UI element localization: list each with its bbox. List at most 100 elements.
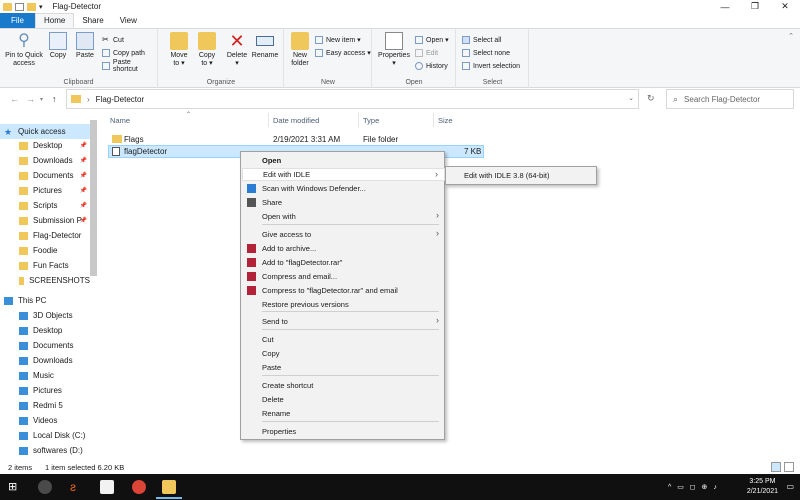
nav-scrollbar[interactable]	[90, 120, 97, 276]
quick-access-nav-item[interactable]: Documents 📌	[0, 168, 90, 183]
column-header-name[interactable]: Name	[110, 116, 130, 125]
rename-button[interactable]: Rename	[251, 32, 279, 60]
this-pc-nav-item[interactable]: Videos	[0, 413, 90, 428]
context-menu-item[interactable]: Cut	[242, 333, 445, 346]
tab-home[interactable]: Home	[35, 13, 75, 28]
cut-button[interactable]: ✂ Cut	[102, 34, 124, 46]
easy-access-button[interactable]: Easy access ▾	[315, 47, 371, 59]
search-input[interactable]: ⌕ Search Flag-Detector	[666, 89, 794, 109]
this-pc-nav-item[interactable]: Redmi 5	[0, 398, 90, 413]
context-menu-item[interactable]: Share	[242, 196, 445, 209]
delete-button[interactable]: ✕ Delete ▾	[225, 32, 249, 68]
this-pc-nav-item[interactable]: Pictures	[0, 383, 90, 398]
context-menu-item[interactable]: Open with ›	[242, 210, 445, 223]
ribbon-collapse-icon[interactable]: ⌃	[788, 32, 794, 40]
this-pc-nav-item[interactable]: Music	[0, 368, 90, 383]
new-item-button[interactable]: New item ▾	[315, 34, 361, 46]
quick-access-nav-item[interactable]: Desktop 📌	[0, 138, 90, 153]
quick-access-nav-item[interactable]: SCREENSHOTS	[0, 273, 90, 288]
close-button[interactable]: ✕	[770, 0, 800, 13]
forward-arrow-icon[interactable]: →	[26, 94, 35, 104]
context-menu-item[interactable]: Add to archive...	[242, 242, 445, 255]
properties-icon[interactable]	[15, 2, 24, 11]
invert-selection-button[interactable]: Invert selection	[462, 60, 520, 72]
column-header-date[interactable]: Date modified	[273, 116, 319, 125]
context-menu-item[interactable]: Create shortcut	[242, 379, 445, 392]
quick-access-nav-item[interactable]: Submission P 📌	[0, 213, 90, 228]
system-tray-icons[interactable]: ^ ▭ ◻ ⊕ ♪	[668, 483, 719, 500]
quick-access-nav-item[interactable]: Pictures 📌	[0, 183, 90, 198]
tab-share[interactable]: Share	[74, 13, 111, 28]
context-menu-item[interactable]: Add to "flagDetector.rar"	[242, 256, 445, 269]
document-icon[interactable]	[100, 480, 114, 494]
this-pc-nav-item[interactable]: softwares (D:)	[0, 443, 90, 458]
recent-locations-icon[interactable]: ▾	[40, 96, 43, 103]
select-all-button[interactable]: Select all	[462, 34, 501, 46]
large-icons-view-button[interactable]	[784, 462, 794, 472]
this-pc-nav-item[interactable]: 3D Objects	[0, 308, 90, 323]
context-menu-item[interactable]: Copy	[242, 347, 445, 360]
new-folder-icon[interactable]	[27, 2, 36, 11]
quick-access-nav-item[interactable]: Flag-Detector	[0, 228, 90, 243]
notifications-icon[interactable]: ▭	[786, 482, 794, 491]
copy-path-button[interactable]: Copy path	[102, 47, 145, 59]
app-icon[interactable]	[38, 480, 52, 494]
rename-label: Rename	[251, 52, 279, 59]
nav-quick-access[interactable]: ★ Quick access	[0, 124, 90, 139]
context-menu-item[interactable]: Compress to "flagDetector.rar" and email	[242, 284, 445, 297]
copy-button[interactable]: Copy	[47, 32, 69, 60]
context-menu-item[interactable]: Scan with Windows Defender...	[242, 182, 445, 195]
refresh-icon[interactable]: ↻	[647, 93, 655, 104]
open-button[interactable]: Open ▾	[415, 34, 449, 46]
edit-button[interactable]: Edit	[415, 47, 438, 59]
this-pc-nav-item[interactable]: Documents	[0, 338, 90, 353]
back-arrow-icon[interactable]: ←	[10, 94, 19, 104]
submenu-item-idle[interactable]: Edit with IDLE 3.8 (64-bit)	[464, 171, 549, 180]
column-header-size[interactable]: Size	[438, 116, 453, 125]
quick-access-nav-item[interactable]: Downloads 📌	[0, 153, 90, 168]
context-menu-item[interactable]: Paste	[242, 361, 445, 374]
context-menu-item[interactable]: Give access to ›	[242, 228, 445, 241]
edit-with-idle-submenu[interactable]: Edit with IDLE 3.8 (64-bit)	[445, 166, 597, 185]
context-menu-item[interactable]: Send to ›	[242, 315, 445, 328]
select-none-button[interactable]: Select none	[462, 47, 510, 59]
address-bar[interactable]: › Flag-Detector ⌄	[66, 89, 639, 109]
quick-access-nav-item[interactable]: Fun Facts	[0, 258, 90, 273]
context-menu-item[interactable]: Edit with IDLE ›	[242, 168, 445, 181]
tab-file[interactable]: File	[0, 13, 35, 28]
file-explorer-icon[interactable]	[162, 480, 176, 494]
address-dropdown-icon[interactable]: ⌄	[628, 94, 634, 102]
nav-this-pc[interactable]: This PC	[0, 293, 90, 308]
paste-shortcut-button[interactable]: Paste shortcut	[102, 59, 157, 73]
quick-access-nav-item[interactable]: Foodie	[0, 243, 90, 258]
customize-toolbar-icon[interactable]: ▾	[39, 3, 43, 11]
tab-view[interactable]: View	[112, 13, 145, 28]
details-view-button[interactable]	[771, 462, 781, 472]
context-menu-item[interactable]: Properties	[242, 425, 445, 438]
up-arrow-icon[interactable]: ↑	[52, 94, 57, 104]
column-header-type[interactable]: Type	[363, 116, 379, 125]
move-to-button[interactable]: Move to ▾	[167, 32, 191, 68]
context-menu-item[interactable]: Restore previous versions	[242, 298, 445, 311]
chrome-icon[interactable]	[132, 480, 146, 494]
context-menu-item[interactable]: Compress and email...	[242, 270, 445, 283]
this-pc-nav-item[interactable]: Local Disk (C:)	[0, 428, 90, 443]
this-pc-nav-item[interactable]: Desktop	[0, 323, 90, 338]
context-menu-item[interactable]: Delete	[242, 393, 445, 406]
copy-to-button[interactable]: Copy to ▾	[195, 32, 219, 68]
start-icon[interactable]: ⊞	[8, 480, 22, 494]
context-menu-item[interactable]: Open	[242, 154, 445, 167]
breadcrumb[interactable]: Flag-Detector	[96, 95, 144, 104]
properties-button[interactable]: Properties ▾	[376, 32, 412, 68]
paste-button[interactable]: Paste	[73, 32, 97, 60]
minimize-button[interactable]: —	[710, 0, 740, 13]
maximize-button[interactable]: ❐	[740, 0, 770, 13]
new-folder-button[interactable]: New folder	[288, 32, 312, 68]
pin-quick-access-button[interactable]: ⚲ Pin to Quick access	[4, 32, 44, 68]
history-button[interactable]: History	[415, 60, 448, 72]
app-icon[interactable]: ƨ	[70, 480, 84, 494]
clock[interactable]: 3:25 PM 2/21/2021	[747, 477, 778, 497]
context-menu-item[interactable]: Rename	[242, 407, 445, 420]
this-pc-nav-item[interactable]: Downloads	[0, 353, 90, 368]
quick-access-nav-item[interactable]: Scripts 📌	[0, 198, 90, 213]
